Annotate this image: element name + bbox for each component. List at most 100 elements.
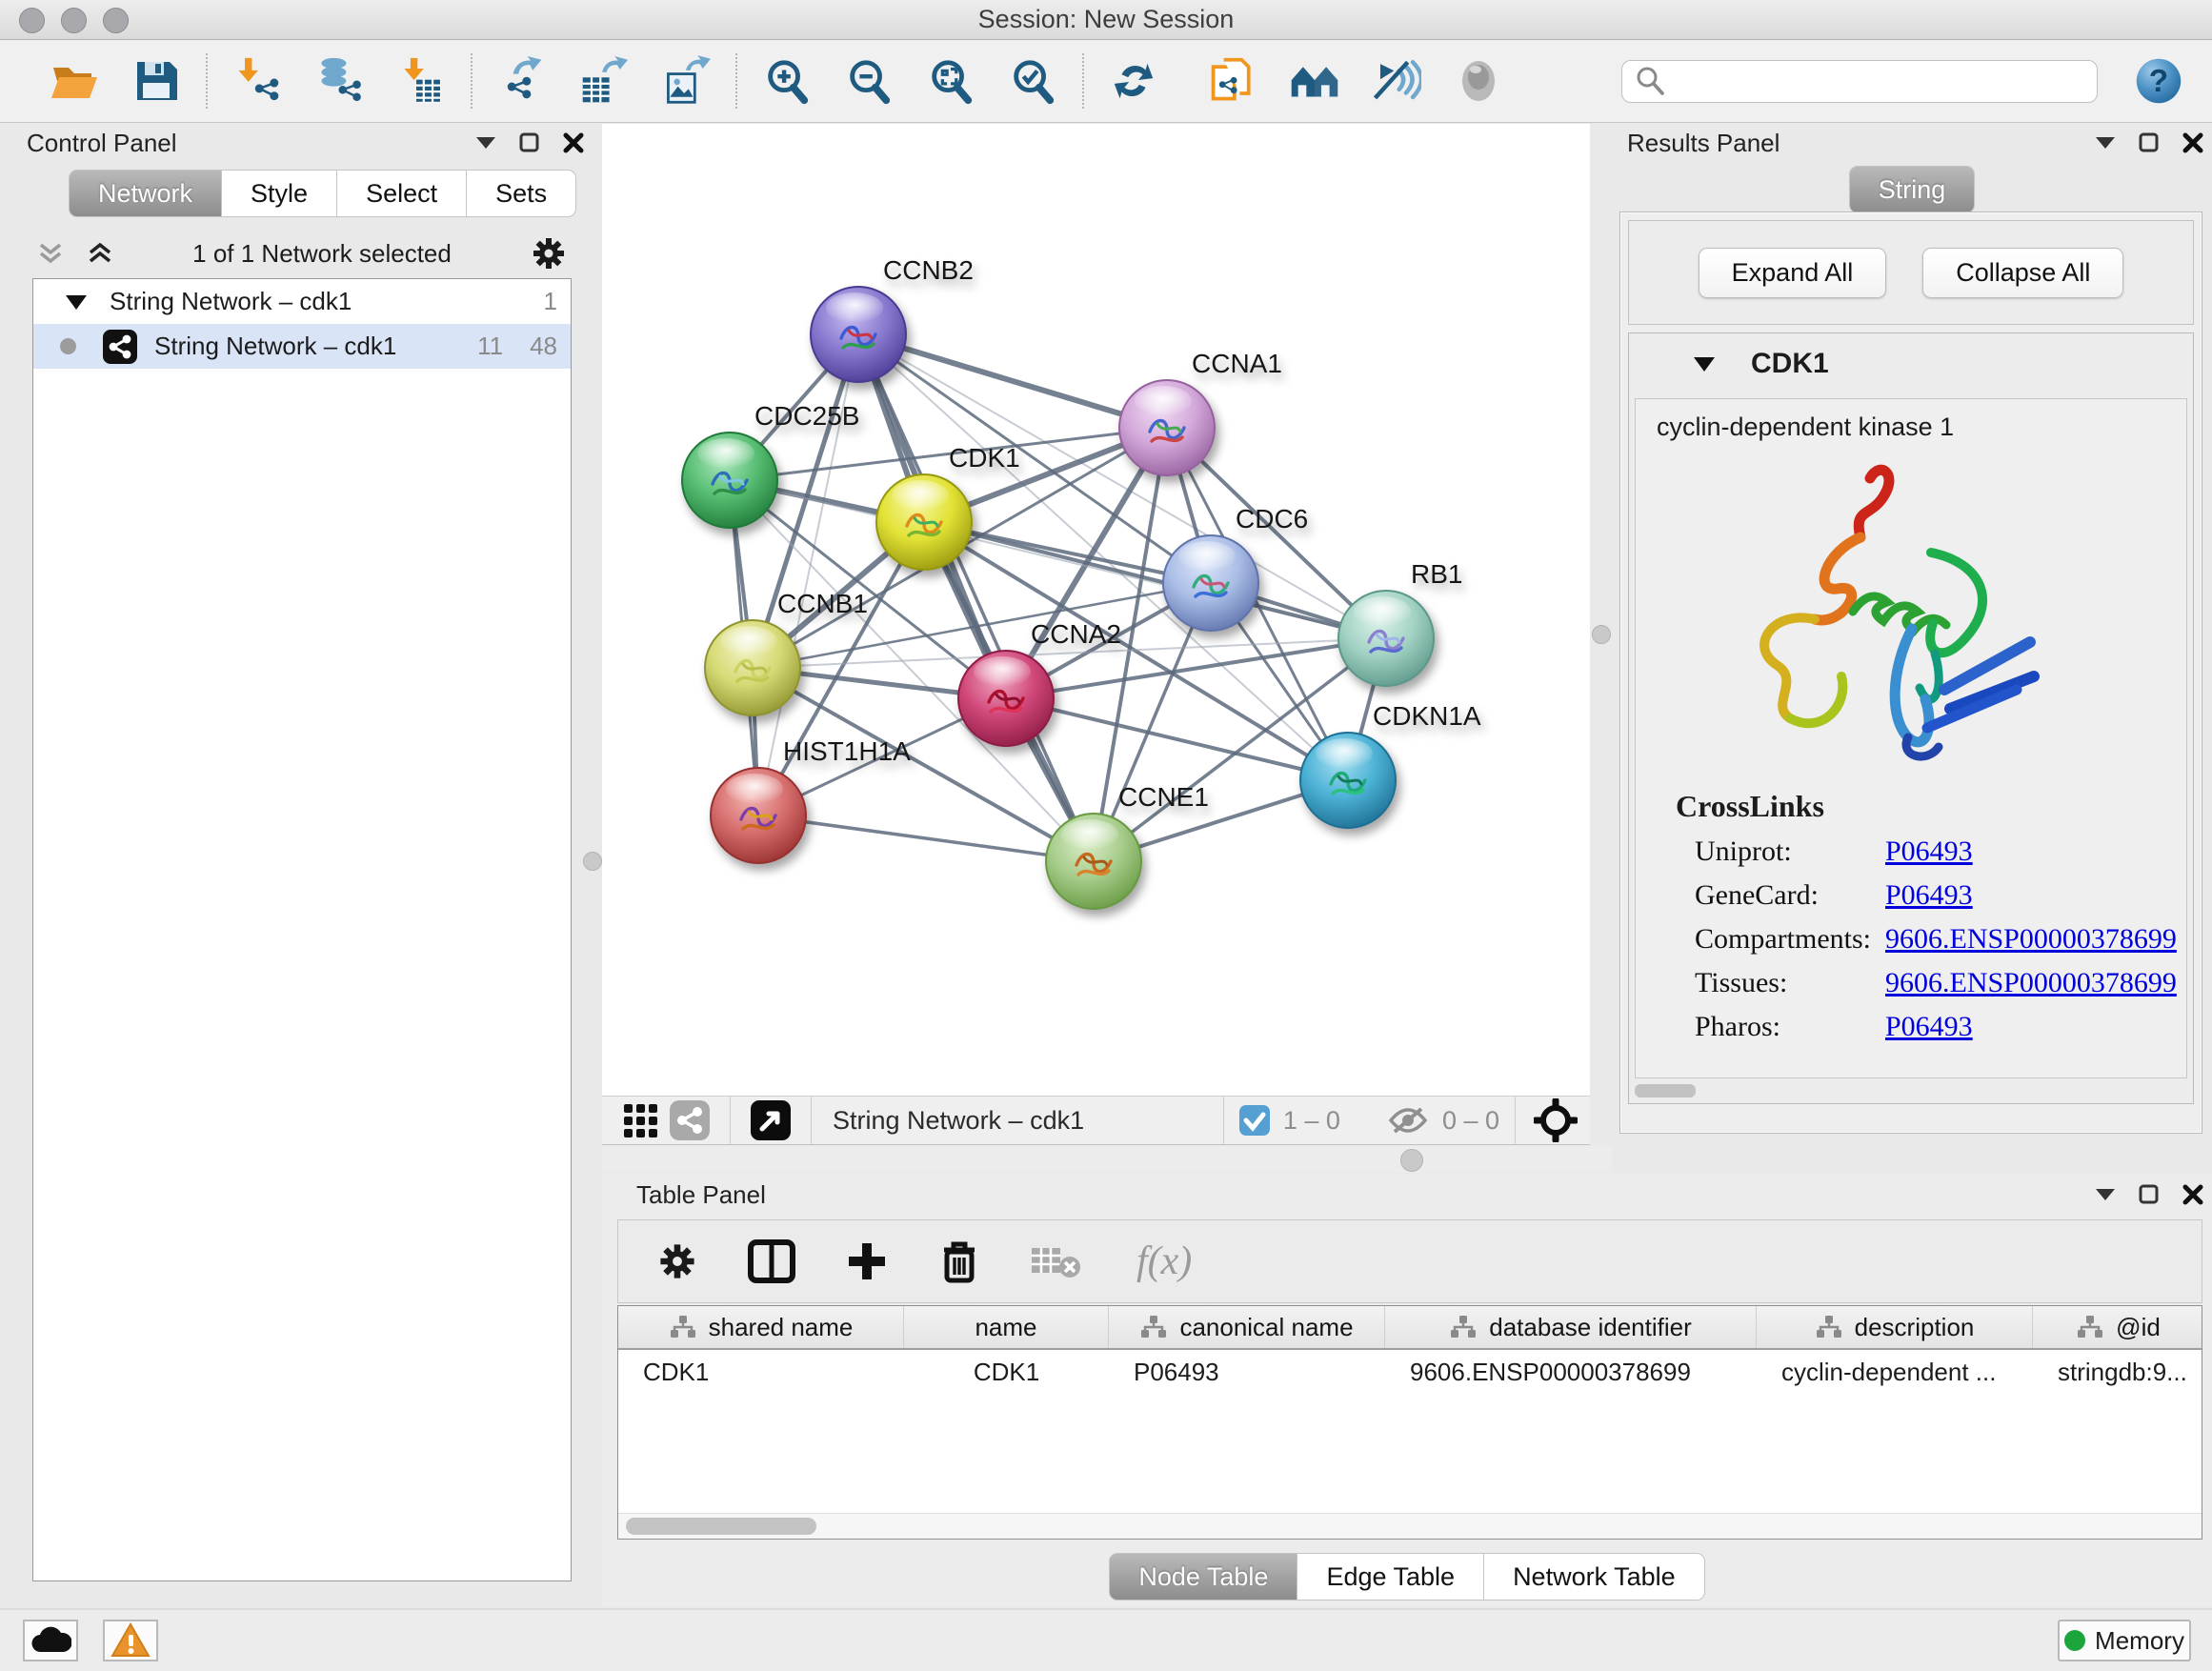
save-session-icon[interactable] (131, 56, 181, 106)
cloud-button[interactable] (23, 1620, 78, 1661)
tab-edge-table[interactable]: Edge Table (1297, 1553, 1484, 1601)
help-button[interactable]: ? (2134, 56, 2183, 106)
collection-expander-icon[interactable] (64, 292, 89, 312)
tab-style[interactable]: Style (222, 170, 337, 217)
delete-table-icon[interactable] (1030, 1242, 1083, 1280)
vertical-splitter-left[interactable] (583, 852, 602, 871)
memory-status-dot (2064, 1630, 2085, 1651)
search-box[interactable] (1621, 60, 2098, 103)
close-panel-icon[interactable] (2182, 131, 2204, 154)
network-node-CDK1[interactable]: CDK1 (876, 443, 1020, 570)
warnings-button[interactable] (103, 1620, 158, 1661)
node-label-CDC25B: CDC25B (754, 401, 859, 431)
zoom-out-icon[interactable] (844, 56, 894, 106)
crosslink-link[interactable]: 9606.ENSP00000378699 (1885, 967, 2177, 999)
refresh-layout-icon[interactable] (1109, 56, 1158, 106)
table-horizontal-scrollbar[interactable] (618, 1513, 2202, 1539)
table-row[interactable]: CDK1CDK1P064939606.ENSP00000378699cyclin… (618, 1350, 2202, 1394)
zoom-fit-icon[interactable] (926, 56, 975, 106)
network-canvas[interactable]: CCNB2 CCNA1 CDC25B CDK1 CDC6 (602, 124, 1590, 1096)
import-database-icon[interactable] (314, 56, 364, 106)
tab-sets[interactable]: Sets (467, 170, 576, 217)
panel-menu-icon[interactable] (474, 135, 497, 151)
close-panel-icon[interactable] (562, 131, 585, 154)
float-panel-icon[interactable] (2138, 1183, 2161, 1206)
expand-all-button[interactable]: Expand All (1699, 248, 1887, 298)
network-node-CCNE1[interactable]: CCNE1 (1046, 782, 1209, 909)
network-options-gear-icon[interactable] (530, 234, 568, 272)
column-header-shared-name[interactable]: shared name (618, 1306, 904, 1348)
table-panel-title: Table Panel (636, 1180, 2094, 1210)
float-panel-icon[interactable] (2138, 131, 2161, 154)
expand-all-icon[interactable] (86, 239, 114, 268)
view-network-title: String Network – cdk1 (833, 1106, 1208, 1136)
level-of-detail-icon[interactable] (1454, 56, 1503, 106)
results-content: Expand All Collapse All CDK1 cyclin-depe… (1619, 211, 2202, 1134)
export-network-icon[interactable] (497, 56, 547, 106)
node-count: 11 (477, 332, 503, 361)
network-node-CDC25B[interactable]: CDC25B (682, 401, 859, 528)
search-input[interactable] (1666, 66, 2085, 97)
hidden-eye-icon[interactable] (1387, 1105, 1429, 1136)
collapse-all-button[interactable]: Collapse All (1922, 248, 2123, 298)
panel-menu-icon[interactable] (2094, 135, 2117, 151)
neighborhood-houses-icon[interactable] (1290, 56, 1339, 106)
crosslink-link[interactable]: P06493 (1885, 836, 1973, 868)
panel-menu-icon[interactable] (2094, 1187, 2117, 1202)
application-window: Session: New Session ? Control Panel Net… (0, 0, 2212, 1671)
column-header-description[interactable]: description (1757, 1306, 2033, 1348)
protein-structure-image (1681, 450, 2186, 764)
crosslink-link[interactable]: P06493 (1885, 1011, 1973, 1043)
close-panel-icon[interactable] (2182, 1183, 2204, 1206)
export-table-icon[interactable] (579, 56, 629, 106)
add-column-icon[interactable] (845, 1239, 889, 1283)
network-node-CCNA1[interactable]: CCNA1 (1119, 349, 1282, 475)
column-header-canonical-name[interactable]: canonical name (1109, 1306, 1385, 1348)
crosslink-row: Compartments: 9606.ENSP00000378699 (1695, 923, 2186, 956)
tab-string[interactable]: String (1849, 166, 1976, 213)
gear-icon[interactable] (656, 1240, 698, 1282)
node-table[interactable]: shared namenamecanonical namedatabase id… (617, 1305, 2202, 1540)
delete-column-icon[interactable] (938, 1238, 980, 1284)
column-header-@id[interactable]: @id (2033, 1306, 2202, 1348)
network-row-selected[interactable]: String Network – cdk1 11 48 (33, 324, 571, 369)
tree-column-icon (2076, 1314, 2104, 1340)
zoom-in-icon[interactable] (762, 56, 812, 106)
vertical-splitter-right[interactable] (1592, 625, 1611, 644)
crosslink-link[interactable]: 9606.ENSP00000378699 (1885, 923, 2177, 956)
network-collection-row[interactable]: String Network – cdk1 1 (33, 279, 571, 324)
title-bar: Session: New Session (0, 0, 2212, 40)
function-builder-icon[interactable]: f(x) (1133, 1238, 1213, 1285)
tab-node-table[interactable]: Node Table (1109, 1553, 1297, 1601)
crosslink-link[interactable]: P06493 (1885, 879, 1973, 912)
export-image-icon[interactable] (661, 56, 711, 106)
pan-crosshair-icon[interactable] (1531, 1096, 1580, 1145)
collapse-all-icon[interactable] (36, 239, 65, 268)
float-panel-icon[interactable] (518, 131, 541, 154)
hide-graphics-details-icon[interactable] (1372, 56, 1421, 106)
network-node-HIST1H1A[interactable]: HIST1H1A (711, 736, 911, 863)
scrollbar-thumb[interactable] (626, 1518, 816, 1535)
column-header-name[interactable]: name (904, 1306, 1109, 1348)
tab-select[interactable]: Select (337, 170, 467, 217)
zoom-selected-icon[interactable] (1008, 56, 1057, 106)
string-view-badge-icon[interactable] (665, 1096, 714, 1145)
scrollbar-thumb[interactable] (1635, 1084, 1696, 1097)
cdk1-expander-icon[interactable] (1692, 354, 1717, 373)
open-file-icon[interactable] (50, 56, 99, 106)
copy-network-icon[interactable] (1208, 56, 1257, 106)
network-node-RB1[interactable]: RB1 (1338, 559, 1462, 686)
tab-network[interactable]: Network (69, 170, 222, 217)
network-node-CDKN1A[interactable]: CDKN1A (1300, 701, 1481, 828)
detach-view-icon[interactable] (746, 1096, 795, 1145)
column-header-database-identifier[interactable]: database identifier (1385, 1306, 1757, 1348)
network-list: String Network – cdk1 1 String Network –… (32, 278, 572, 1581)
grid-mode-icon[interactable] (615, 1096, 665, 1145)
selected-checkbox-icon[interactable] (1239, 1105, 1270, 1136)
import-table-icon[interactable] (396, 56, 446, 106)
import-network-icon[interactable] (232, 56, 282, 106)
tab-network-table[interactable]: Network Table (1484, 1553, 1705, 1601)
node-label-CCNE1: CCNE1 (1118, 782, 1209, 812)
memory-button[interactable]: Memory (2058, 1620, 2191, 1661)
split-columns-icon[interactable] (748, 1239, 795, 1283)
